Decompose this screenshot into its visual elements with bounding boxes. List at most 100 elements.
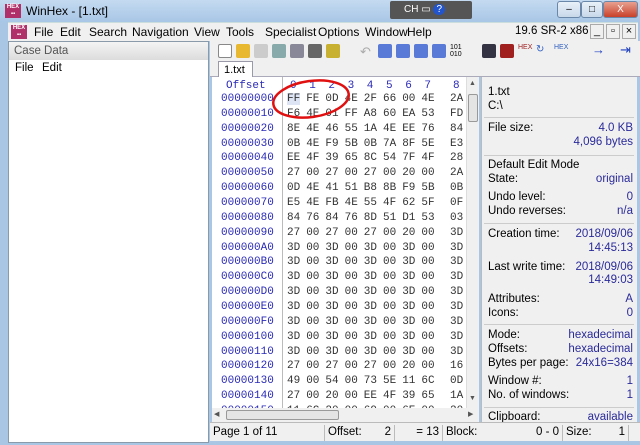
hex-byte[interactable]: 27 bbox=[287, 360, 300, 372]
hex-byte[interactable]: 27 bbox=[287, 227, 300, 239]
status-offset[interactable]: Offset: 2 bbox=[325, 425, 395, 441]
hex-byte[interactable]: 84 bbox=[287, 212, 300, 224]
hex-byte[interactable]: 00 bbox=[306, 316, 319, 328]
hex-byte[interactable]: 3D bbox=[364, 316, 377, 328]
hex-byte[interactable]: 00 bbox=[345, 227, 358, 239]
hex-byte[interactable]: 20 bbox=[325, 390, 338, 402]
cut-icon[interactable] bbox=[378, 44, 392, 58]
hex-byte[interactable]: F9 bbox=[325, 138, 338, 150]
hex-byte[interactable]: 8D bbox=[364, 212, 377, 224]
doc-close-button[interactable]: × bbox=[622, 24, 636, 39]
scroll-right-icon[interactable]: ▶ bbox=[468, 410, 473, 418]
hex-byte[interactable]: 00 bbox=[383, 242, 396, 254]
hex-byte[interactable]: 27 bbox=[325, 167, 338, 179]
hex-byte[interactable]: 00 bbox=[306, 286, 319, 298]
hex-byte[interactable]: 27 bbox=[364, 360, 377, 372]
hex-byte[interactable]: 3D bbox=[402, 346, 415, 358]
hex-byte[interactable]: 2A bbox=[450, 93, 463, 105]
hex-byte[interactable]: FD bbox=[450, 108, 463, 120]
hex-byte[interactable]: 3D bbox=[402, 286, 415, 298]
hex-byte[interactable]: 51 bbox=[345, 182, 358, 194]
hex-byte[interactable]: 39 bbox=[402, 390, 415, 402]
hex-byte[interactable]: 51 bbox=[383, 212, 396, 224]
hex-byte[interactable]: 27 bbox=[364, 167, 377, 179]
hex-byte[interactable]: 4F bbox=[421, 152, 434, 164]
hex-byte[interactable]: 46 bbox=[325, 123, 338, 135]
hex-byte[interactable]: 27 bbox=[325, 360, 338, 372]
hex-byte[interactable]: 55 bbox=[364, 197, 377, 209]
hex-byte[interactable]: 66 bbox=[383, 93, 396, 105]
hex-byte[interactable]: 0D bbox=[450, 375, 463, 387]
hex-byte[interactable]: 3D bbox=[450, 301, 463, 313]
hex-byte[interactable]: 00 bbox=[345, 256, 358, 268]
hex-byte[interactable]: 8E bbox=[287, 123, 300, 135]
hex-byte[interactable]: 28 bbox=[450, 152, 463, 164]
open-file-icon[interactable] bbox=[236, 44, 250, 58]
hex-byte[interactable]: 76 bbox=[421, 123, 434, 135]
hex-byte[interactable]: 3D bbox=[325, 256, 338, 268]
hex-byte[interactable]: 00 bbox=[345, 360, 358, 372]
hex-byte[interactable]: 00 bbox=[306, 271, 319, 283]
hex-byte[interactable]: 53 bbox=[421, 108, 434, 120]
hex-byte[interactable]: 3D bbox=[287, 256, 300, 268]
hex-byte[interactable]: 3D bbox=[364, 286, 377, 298]
hex-byte[interactable]: 3D bbox=[450, 346, 463, 358]
hex-byte[interactable]: 00 bbox=[421, 227, 434, 239]
hex-byte[interactable]: 3D bbox=[364, 346, 377, 358]
hex-byte[interactable]: 3D bbox=[450, 286, 463, 298]
hex-byte[interactable]: EE bbox=[287, 152, 300, 164]
scroll-down-icon[interactable]: ▼ bbox=[469, 395, 476, 402]
hex-byte[interactable]: 3D bbox=[325, 242, 338, 254]
hex-byte[interactable]: 73 bbox=[364, 375, 377, 387]
hex-byte[interactable]: 00 bbox=[421, 360, 434, 372]
hex-byte[interactable]: 7F bbox=[402, 152, 415, 164]
hex-byte[interactable]: EE bbox=[364, 390, 377, 402]
hex-byte[interactable]: 27 bbox=[325, 227, 338, 239]
hex-byte[interactable]: 8C bbox=[364, 152, 377, 164]
hex-byte[interactable]: 7A bbox=[383, 138, 396, 150]
save-icon[interactable] bbox=[254, 44, 268, 58]
menu-specialist[interactable]: Specialist bbox=[265, 25, 316, 39]
hex-byte[interactable]: 00 bbox=[421, 256, 434, 268]
replace-text-icon[interactable]: ↻ bbox=[536, 44, 550, 58]
hex-byte[interactable]: 8B bbox=[383, 182, 396, 194]
hex-byte[interactable]: 00 bbox=[306, 360, 319, 372]
scroll-left-icon[interactable]: ◀ bbox=[214, 410, 219, 418]
ime-bar[interactable]: CH ▭ ? bbox=[390, 1, 472, 19]
hex-byte[interactable]: 00 bbox=[383, 360, 396, 372]
hex-byte[interactable]: 4E bbox=[345, 197, 358, 209]
hex-byte[interactable]: 0B bbox=[287, 138, 300, 150]
hex-byte[interactable]: 00 bbox=[306, 167, 319, 179]
hex-byte[interactable]: 00 bbox=[383, 271, 396, 283]
hex-byte[interactable]: 00 bbox=[306, 256, 319, 268]
hex-byte[interactable]: 20 bbox=[402, 360, 415, 372]
hex-byte[interactable]: 39 bbox=[325, 152, 338, 164]
hex-byte[interactable]: 3D bbox=[287, 331, 300, 343]
hex-byte[interactable]: 3D bbox=[402, 271, 415, 283]
hex-byte[interactable]: 27 bbox=[364, 227, 377, 239]
hex-byte[interactable]: 5B bbox=[421, 182, 434, 194]
hex-byte[interactable]: 2A bbox=[450, 167, 463, 179]
status-block[interactable]: Block: 0 - 0 bbox=[443, 425, 563, 441]
tab-1-txt[interactable]: 1.txt bbox=[218, 61, 253, 78]
open-disk-icon[interactable] bbox=[272, 44, 286, 58]
hex-byte[interactable]: F9 bbox=[402, 182, 415, 194]
hex-byte[interactable]: A8 bbox=[364, 108, 377, 120]
hex-byte[interactable]: 3D bbox=[287, 301, 300, 313]
hex-byte[interactable]: 0B bbox=[364, 138, 377, 150]
hex-byte[interactable]: 3D bbox=[402, 331, 415, 343]
hex-byte[interactable]: 00 bbox=[383, 286, 396, 298]
hex-byte[interactable]: 3D bbox=[287, 286, 300, 298]
hex-byte[interactable]: 3D bbox=[450, 316, 463, 328]
vertical-scroll-thumb[interactable] bbox=[468, 94, 478, 122]
hex-byte[interactable]: EA bbox=[402, 108, 415, 120]
hex-byte[interactable]: 00 bbox=[306, 242, 319, 254]
hex-byte[interactable]: B8 bbox=[364, 182, 377, 194]
hex-byte[interactable]: 00 bbox=[383, 346, 396, 358]
hex-byte[interactable]: 00 bbox=[345, 271, 358, 283]
hex-byte[interactable]: 54 bbox=[383, 152, 396, 164]
find-text-icon[interactable] bbox=[482, 44, 496, 58]
copy-icon[interactable] bbox=[396, 44, 410, 58]
hex-byte[interactable]: 00 bbox=[345, 242, 358, 254]
hex-byte[interactable]: D1 bbox=[402, 212, 415, 224]
